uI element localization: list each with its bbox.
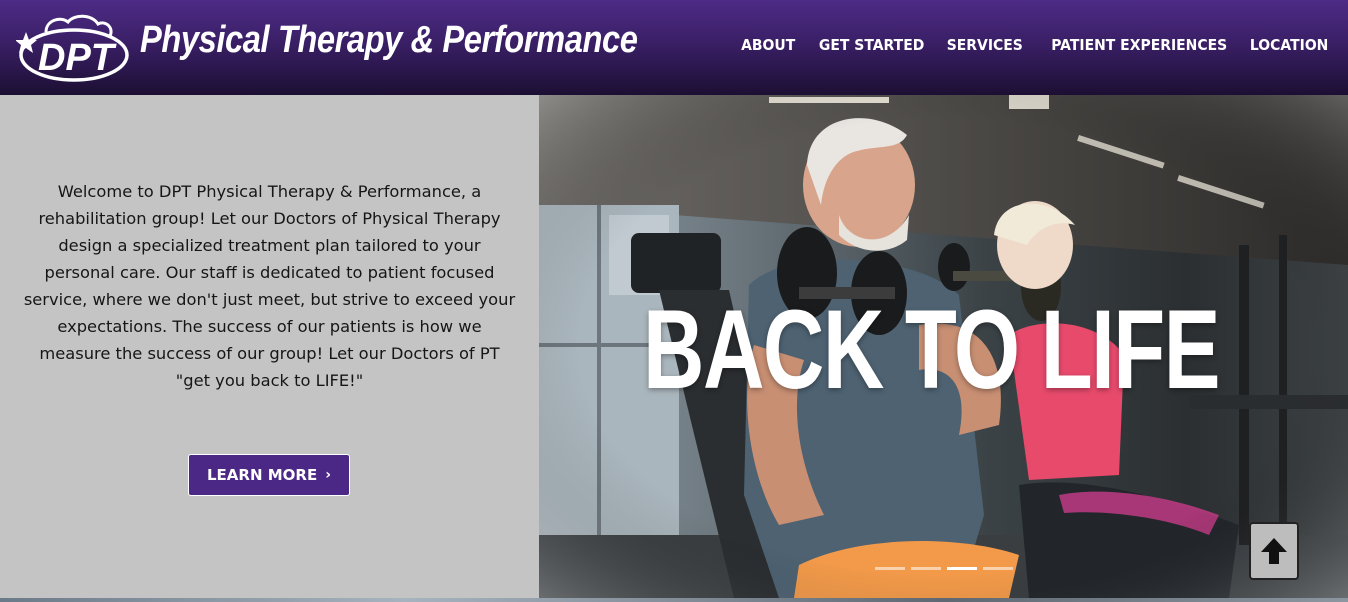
hero-slider: BACK TO LIFE [539,95,1348,598]
brand-name[interactable]: Physical Therapy & Performance [140,19,638,62]
main-nav: ABOUT GET STARTED SERVICES PATIENT EXPER… [721,36,1328,54]
learn-more-label: LEARN MORE [207,466,318,484]
nav-item-get-started[interactable]: GET STARTED [819,36,924,54]
nav-item-about[interactable]: ABOUT [741,36,795,54]
welcome-text: Welcome to DPT Physical Therapy & Perfor… [23,182,516,390]
slider-dot-active[interactable] [947,567,977,570]
arrow-up-icon [1261,538,1287,564]
dpt-logo-icon[interactable]: DPT [16,10,130,84]
slider-dot[interactable] [983,567,1013,570]
learn-more-button[interactable]: LEARN MORE › [188,454,350,496]
intro-panel: Welcome to DPT Physical Therapy & Perfor… [0,95,539,598]
svg-text:DPT: DPT [38,37,117,79]
slider-dot[interactable] [875,567,905,570]
hero-title: BACK TO LIFE [643,287,1221,412]
slider-dot[interactable] [911,567,941,570]
nav-item-services[interactable]: SERVICES [946,36,1022,54]
site-header: DPT Physical Therapy & Performance ABOUT… [0,0,1348,95]
nav-item-location[interactable]: LOCATION [1250,36,1328,54]
nav-item-patient-experiences[interactable]: PATIENT EXPERIENCES [1052,36,1228,54]
chevron-right-icon: › [325,467,331,483]
next-section-strip [0,598,1348,602]
slider-dots [875,567,1013,570]
scroll-to-top-button[interactable] [1249,522,1299,580]
